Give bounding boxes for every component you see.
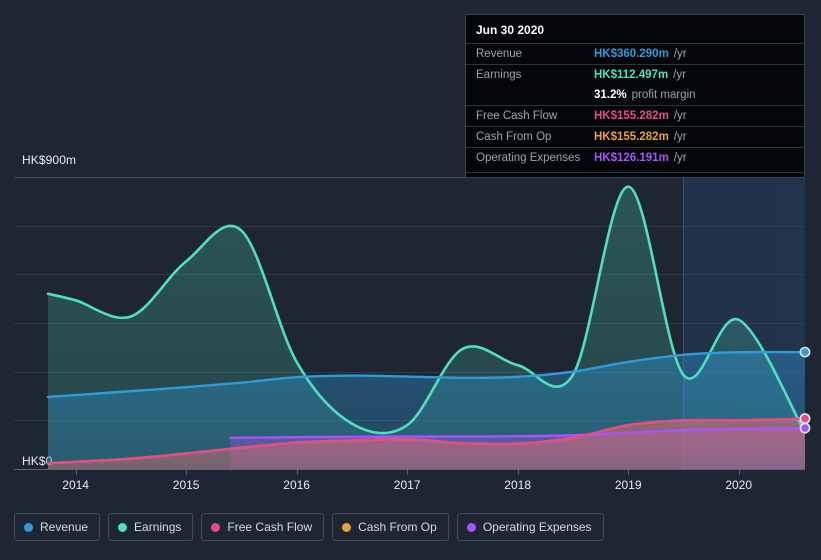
tooltip-row-unit: /yr — [673, 152, 687, 164]
x-axis-tick — [186, 469, 188, 475]
legend-item-label: Revenue — [40, 520, 89, 534]
legend-item-label: Operating Expenses — [482, 520, 592, 534]
series-canvas — [46, 185, 811, 470]
legend-item-label: Earnings — [134, 520, 182, 534]
tooltip-profit-margin-value: 31.2% — [594, 89, 627, 101]
legend-color-dot — [466, 522, 476, 532]
legend-item-revenue[interactable]: Revenue — [14, 513, 101, 541]
tooltip-row: Free Cash Flow HK$155.282m/yr — [466, 105, 804, 126]
tooltip-row-value: HK$155.282m — [594, 110, 669, 122]
tooltip-row-unit: /yr — [673, 110, 687, 122]
x-axis-tick — [75, 469, 77, 475]
end-marker-revenue[interactable] — [799, 346, 811, 358]
x-axis: 2014 2015 2016 2017 2018 2019 2020 — [0, 469, 821, 505]
tooltip-row-value: HK$112.497m — [594, 69, 669, 81]
x-axis-tick — [628, 469, 630, 475]
end-marker-operating-expenses[interactable] — [799, 422, 811, 434]
legend-color-dot — [24, 522, 33, 532]
legend-item-free-cash-flow[interactable]: Free Cash Flow — [201, 513, 325, 541]
legend-item-cash-from-op[interactable]: Cash From Op — [332, 513, 449, 541]
tooltip-row-label: Free Cash Flow — [476, 110, 558, 122]
tooltip-row: Cash From Op HK$155.282m/yr — [466, 126, 804, 147]
x-axis-tick — [517, 469, 519, 475]
x-axis-tick-label: 2015 — [172, 478, 200, 492]
chart-legend[interactable]: Revenue Earnings Free Cash Flow Cash From O… — [14, 513, 604, 541]
x-axis-tick-label: 2018 — [504, 478, 532, 492]
data-tooltip: Jun 30 2020 Revenue HK$360.290m/yr Earning… — [465, 14, 805, 178]
tooltip-row: Revenue HK$360.290m/yr — [466, 43, 804, 64]
tooltip-row: Earnings HK$112.497m/yr — [466, 64, 804, 85]
x-axis-tick — [296, 469, 298, 475]
tooltip-bottom-rule — [466, 172, 804, 173]
chart-screenshot: HK$900m HK$0 2014 2015 2016 2017 2018 2019 202… — [0, 0, 821, 560]
legend-color-dot — [118, 522, 128, 532]
x-axis-tick-label: 2017 — [393, 478, 421, 492]
plot-area[interactable] — [46, 177, 811, 470]
tooltip-date: Jun 30 2020 — [476, 23, 545, 37]
legend-item-operating-expenses[interactable]: Operating Expenses — [456, 513, 604, 541]
legend-item-label: Cash From Op — [358, 520, 437, 534]
x-axis-tick — [407, 469, 409, 475]
tooltip-profit-margin-row: 31.2% profit margin — [466, 85, 804, 105]
y-axis-top-label: HK$900m — [22, 153, 77, 167]
x-axis-tick — [738, 469, 740, 475]
tooltip-row-label: Revenue — [476, 48, 523, 60]
x-axis-tick-label: 2020 — [725, 478, 753, 492]
tooltip-rows: Revenue HK$360.290m/yr Earnings HK$112.497m… — [466, 43, 804, 173]
x-axis-tick-label: 2016 — [283, 478, 310, 492]
tooltip-row-value: HK$155.282m — [594, 131, 669, 143]
tooltip-row-unit: /yr — [673, 69, 686, 81]
x-axis-tick-label: 2019 — [614, 478, 642, 492]
end-marker-free-cash-flow[interactable] — [799, 413, 811, 425]
legend-color-dot — [342, 522, 352, 532]
x-axis-line — [14, 469, 805, 470]
legend-color-dot — [211, 522, 221, 532]
tooltip-row-label: Earnings — [476, 69, 522, 81]
tooltip-row-unit: /yr — [673, 48, 687, 60]
tooltip-row-label: Operating Expenses — [476, 152, 581, 164]
x-axis-tick-label: 2014 — [62, 478, 89, 492]
tooltip-row-value: HK$360.290m — [594, 48, 669, 60]
legend-item-label: Free Cash Flow — [227, 520, 313, 534]
tooltip-profit-margin-label: profit margin — [631, 89, 696, 101]
tooltip-row-label: Cash From Op — [476, 131, 552, 143]
tooltip-row-unit: /yr — [673, 131, 687, 143]
tooltip-row-value: HK$126.191m — [594, 152, 669, 164]
tooltip-row: Operating Expenses HK$126.191m/yr — [466, 147, 804, 168]
legend-item-earnings[interactable]: Earnings — [108, 513, 194, 541]
